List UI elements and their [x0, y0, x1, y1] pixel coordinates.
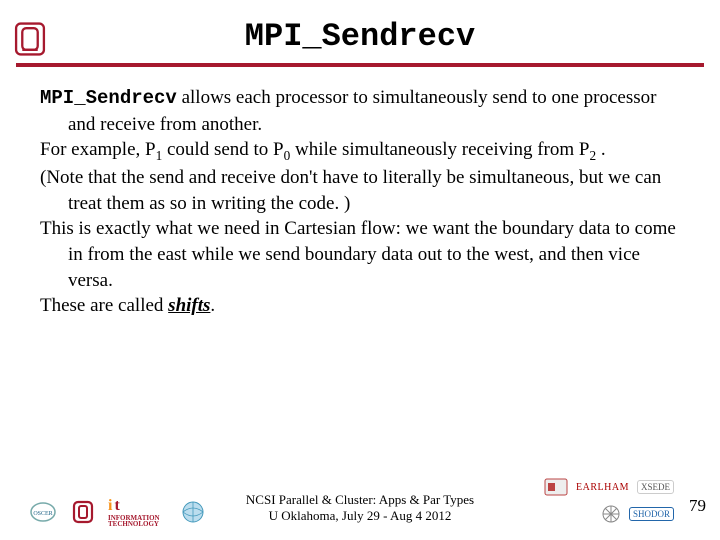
text: These are called — [40, 295, 168, 316]
page-number: 79 — [689, 496, 706, 516]
earlham-logo: EARLHAM — [576, 482, 629, 493]
footer-line-1: NCSI Parallel & Cluster: Apps & Par Type… — [246, 492, 474, 508]
paragraph-5: These are called shifts. — [40, 293, 680, 319]
text: . — [210, 295, 215, 316]
footer-logos-left: OSCER it INFORMATION TECHNOLOGY — [28, 498, 208, 526]
globe-logo-icon — [178, 498, 208, 526]
svg-text:OSCER: OSCER — [33, 511, 52, 517]
footer-logos-right: EARLHAM XSEDE SHODOR — [544, 478, 674, 524]
footer-caption: NCSI Parallel & Cluster: Apps & Par Type… — [246, 492, 474, 525]
shodor-logo: SHODOR — [629, 507, 674, 521]
text: while simultaneously receiving from P — [290, 139, 589, 160]
sponsor-logo-icon — [544, 478, 568, 496]
text: For example, P — [40, 139, 156, 160]
it-logo-icon: it INFORMATION TECHNOLOGY — [108, 498, 168, 526]
code-token: MPI_Sendrecv — [40, 87, 177, 109]
paragraph-2: For example, P1 could send to P0 while s… — [40, 137, 680, 165]
slide-footer: OSCER it INFORMATION TECHNOLOGY NCSI Par… — [0, 482, 720, 530]
ou-logo-icon — [14, 22, 46, 56]
footer-line-2: U Oklahoma, July 29 - Aug 4 2012 — [246, 508, 474, 524]
text: . — [596, 139, 606, 160]
ou-small-logo-icon — [68, 498, 98, 526]
xsede-logo: XSEDE — [637, 480, 674, 494]
it-label-2: TECHNOLOGY — [108, 521, 159, 527]
slide-body: MPI_Sendrecv allows each processor to si… — [0, 67, 720, 319]
wheel-logo-icon — [601, 504, 621, 524]
paragraph-3: (Note that the send and receive don't ha… — [40, 165, 680, 216]
text: could send to P — [162, 139, 283, 160]
emphasis-shifts: shifts — [168, 295, 210, 316]
paragraph-1: MPI_Sendrecv allows each processor to si… — [40, 85, 680, 137]
paragraph-4: This is exactly what we need in Cartesia… — [40, 216, 680, 293]
slide-title: MPI_Sendrecv — [0, 0, 720, 55]
oscer-logo-icon: OSCER — [28, 498, 58, 526]
